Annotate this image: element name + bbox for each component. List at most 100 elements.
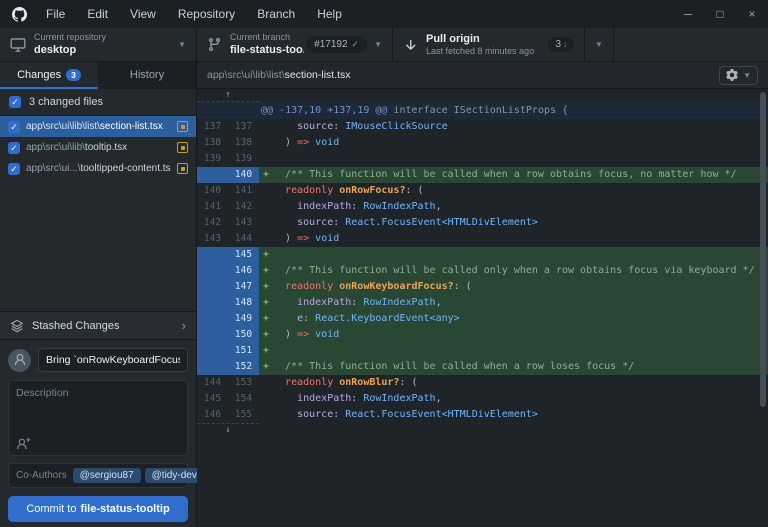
sidebar-tabs: Changes3History [0,62,196,89]
maximize-button[interactable]: □ [704,0,736,28]
file-checkbox[interactable]: ✓ [8,163,20,175]
tab-history[interactable]: History [98,62,196,89]
diff-line-content: e: React.KeyboardEvent<any> [273,311,768,327]
new-line-number[interactable]: 142 [228,199,259,215]
new-line-number[interactable]: 146 [228,263,259,279]
old-line-number[interactable] [197,295,228,311]
diff-line-marker [259,183,273,199]
tab-changes[interactable]: Changes3 [0,62,98,89]
old-line-number[interactable] [197,167,228,183]
old-line-number[interactable] [197,279,228,295]
diff-line-content: ) => void [273,135,768,151]
new-line-number[interactable]: 150 [228,327,259,343]
menu-help[interactable]: Help [306,0,353,28]
diff-line-content: source: React.FocusEvent<HTMLDivElement> [273,407,768,423]
old-line-number[interactable]: 139 [197,151,228,167]
new-line-number[interactable]: 143 [228,215,259,231]
old-line-number[interactable]: 143 [197,231,228,247]
scrollbar-thumb[interactable] [760,92,766,407]
coauthor-chips: @sergiou87 @tidy-dev [73,468,204,483]
file-checkbox[interactable]: ✓ [8,121,20,133]
new-line-number[interactable]: 139 [228,151,259,167]
old-line-number[interactable]: 138 [197,135,228,151]
new-line-number[interactable]: 137 [228,119,259,135]
new-line-number[interactable]: 149 [228,311,259,327]
diff-line: 139139 [197,151,768,167]
close-button[interactable]: × [736,0,768,28]
menu-file[interactable]: File [35,0,76,28]
old-line-number[interactable] [197,311,228,327]
old-line-number[interactable]: 140 [197,183,228,199]
new-line-number[interactable]: 148 [228,295,259,311]
pull-dropdown-button[interactable]: ▼ [585,28,614,61]
old-line-number[interactable]: 146 [197,407,228,423]
file-row[interactable]: ✓app\src\ui...\tooltipped-content.tsx [0,158,196,179]
stashed-changes-bar[interactable]: Stashed Changes › [0,311,196,340]
pull-origin-button[interactable]: Pull origin Last fetched 8 minutes ago 3… [393,28,585,61]
commit-button[interactable]: Commit tofile-status-tooltip [8,496,188,522]
commit-description-input[interactable] [9,381,187,431]
new-line-number[interactable]: 155 [228,407,259,423]
avatar [8,349,31,372]
person-icon [13,353,27,367]
coauthor-chip[interactable]: @sergiou87 [73,468,141,483]
old-line-number[interactable]: 142 [197,215,228,231]
new-line-number[interactable]: 145 [228,247,259,263]
file-path: app\src\ui\lib\tooltip.tsx [26,142,171,153]
pr-status-badge[interactable]: #17192 ✓ [306,36,367,53]
new-line-number[interactable]: 141 [228,183,259,199]
coauthors-field[interactable]: Co-Authors @sergiou87@tidy-dev [8,463,188,488]
commit-summary-input[interactable] [38,348,188,372]
file-checkbox[interactable]: ✓ [8,142,20,154]
old-line-number[interactable] [197,247,228,263]
new-line-number[interactable]: 144 [228,231,259,247]
stashed-changes-label: Stashed Changes [32,320,119,332]
menu-branch[interactable]: Branch [246,0,306,28]
add-coauthor-icon[interactable] [16,437,31,450]
commit-description-box [8,380,188,456]
old-line-number[interactable]: 137 [197,119,228,135]
minimize-button[interactable]: ─ [672,0,704,28]
expand-diff-up[interactable]: ↑ [197,89,768,102]
old-line-number[interactable] [197,327,228,343]
menu-repository[interactable]: Repository [167,0,246,28]
diff-line-marker [259,135,273,151]
coauthor-chip[interactable]: @tidy-dev [145,468,204,483]
new-line-number[interactable]: 153 [228,375,259,391]
diff-file-path: app\src\ui\lib\list\section-list.tsx [207,69,351,81]
diff-line-content: indexPath: RowIndexPath, [273,295,768,311]
old-line-number[interactable]: 141 [197,199,228,215]
new-line-number[interactable]: 140 [228,167,259,183]
file-row[interactable]: ✓app\src\ui\lib\list\section-list.tsx [0,116,196,137]
file-row[interactable]: ✓ app\src\ui\lib\tooltip.tsx [0,137,196,158]
repo-name: desktop [34,43,171,57]
changed-files-header: ✓ 3 changed files [0,89,196,116]
select-all-checkbox[interactable]: ✓ [9,96,21,108]
old-line-number[interactable]: 145 [197,391,228,407]
new-line-number[interactable]: 154 [228,391,259,407]
current-branch-button[interactable]: Current branch file-status-too... #17192… [197,28,393,61]
old-line-number[interactable] [197,343,228,359]
chevron-down-icon: ▼ [595,40,603,49]
diff-line-marker [259,215,273,231]
diff-line-marker [259,119,273,135]
chevron-down-icon: ▼ [374,40,382,49]
menu-edit[interactable]: Edit [76,0,119,28]
old-line-number[interactable]: 144 [197,375,228,391]
modified-icon [177,163,188,174]
tab-label: Changes [17,69,61,81]
expand-diff-down[interactable]: ↓ [197,423,768,436]
diff-line-marker: + [259,311,273,327]
pull-title: Pull origin [426,32,542,46]
new-line-number[interactable]: 138 [228,135,259,151]
new-line-number[interactable]: 151 [228,343,259,359]
new-line-number[interactable]: 147 [228,279,259,295]
menu-view[interactable]: View [119,0,167,28]
current-repository-button[interactable]: Current repository desktop ▼ [0,28,197,61]
diff-line-marker: + [259,359,273,375]
old-line-number[interactable] [197,263,228,279]
diff-options-button[interactable]: ▼ [719,66,758,85]
new-line-number[interactable]: 152 [228,359,259,375]
menu-bar: FileEditViewRepositoryBranchHelp [35,0,353,28]
old-line-number[interactable] [197,359,228,375]
